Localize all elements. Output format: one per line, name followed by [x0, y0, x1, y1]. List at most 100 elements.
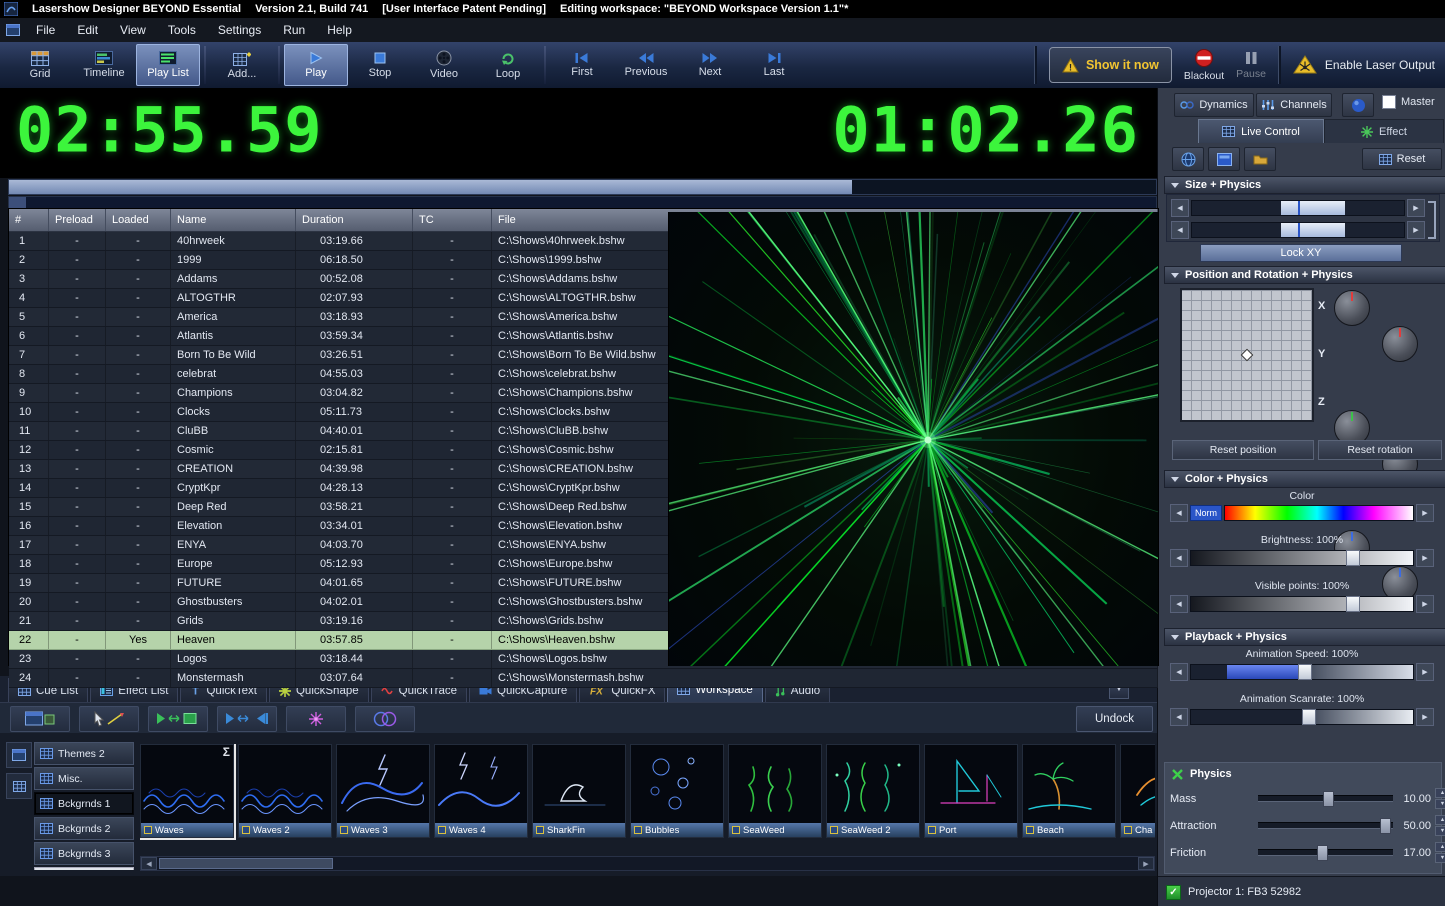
column-header-preload[interactable]: Preload — [49, 209, 106, 231]
reset-rotation-button[interactable]: Reset rotation — [1318, 440, 1442, 460]
spinner-down[interactable]: ▼ — [1435, 826, 1445, 836]
spinner-down[interactable]: ▼ — [1435, 799, 1445, 809]
spinner-up[interactable]: ▲ — [1435, 842, 1445, 852]
sphere-button[interactable] — [1342, 93, 1374, 117]
panel-view-button[interactable] — [1208, 147, 1240, 171]
slider-right-arrow[interactable]: ▶ — [1416, 708, 1434, 726]
category-bckgrnds3[interactable]: Bckgrnds 3 — [34, 842, 134, 865]
cue-thumbnail-port[interactable]: Port — [924, 744, 1018, 838]
slider-left-arrow[interactable]: ◀ — [1170, 708, 1188, 726]
menu-run[interactable]: Run — [273, 20, 315, 40]
slider-track[interactable] — [1190, 664, 1414, 680]
slider-right-arrow[interactable]: ▶ — [1416, 663, 1434, 681]
slider-left-arrow[interactable]: ◀ — [1170, 595, 1188, 613]
slider-track[interactable] — [1190, 550, 1414, 566]
cue-thumbnail-cha[interactable]: Cha — [1120, 744, 1155, 838]
animation-speed-slider[interactable]: ◀ ▶ — [1170, 663, 1434, 681]
category-abstr[interactable]: Abstr — [34, 867, 134, 870]
thumbnail-scrollbar[interactable]: ◀ ▶ — [140, 856, 1155, 871]
projector-status-bar[interactable]: ✓ Projector 1: FB3 52982 — [1158, 876, 1445, 906]
column-header-tc[interactable]: TC — [413, 209, 492, 231]
slider-right-arrow[interactable]: ▶ — [1416, 504, 1434, 522]
slider-right-arrow[interactable]: ▶ — [1416, 595, 1434, 613]
next-button[interactable]: Next — [678, 44, 742, 86]
cue-thumbnail-waves3[interactable]: Waves 3 — [336, 744, 430, 838]
slider-track[interactable] — [1190, 596, 1414, 612]
scroll-right-arrow[interactable]: ▶ — [1138, 857, 1154, 870]
slider-left-arrow[interactable]: ◀ — [1170, 504, 1188, 522]
play-button[interactable]: Play — [284, 44, 348, 86]
scroll-left-arrow[interactable]: ◀ — [141, 857, 157, 870]
physics-slider[interactable] — [1258, 795, 1393, 802]
section-color-physics[interactable]: Color + Physics — [1164, 470, 1445, 488]
column-header-duration[interactable]: Duration — [296, 209, 413, 231]
playlist-row[interactable]: 24--Monstermash03:07.64-C:\Shows\Monster… — [9, 669, 1158, 688]
playback-progress-bar[interactable] — [8, 179, 1157, 195]
blackout-button[interactable]: Blackout — [1184, 48, 1224, 82]
spinner-down[interactable]: ▼ — [1435, 853, 1445, 863]
physics-slider[interactable] — [1258, 849, 1393, 856]
menu-settings[interactable]: Settings — [208, 20, 271, 40]
category-misc[interactable]: Misc. — [34, 767, 134, 790]
first-button[interactable]: First — [550, 44, 614, 86]
transition-morph-button[interactable] — [148, 706, 208, 732]
slider-left-arrow[interactable]: ◀ — [1170, 549, 1188, 567]
loop-button[interactable]: Loop — [476, 44, 540, 86]
timeline-button[interactable]: Timeline — [72, 44, 136, 86]
x-rotation-knob[interactable] — [1382, 326, 1418, 362]
column-header-loaded[interactable]: Loaded — [106, 209, 171, 231]
add-button[interactable]: Add... — [210, 44, 274, 86]
section-playback-physics[interactable]: Playback + Physics — [1164, 628, 1445, 646]
transition-jump-button[interactable] — [217, 706, 277, 732]
reset-button[interactable]: Reset — [1362, 148, 1442, 170]
cue-thumbnail-bubbles[interactable]: Bubbles — [630, 744, 724, 838]
slider-left-arrow[interactable]: ◀ — [1171, 199, 1189, 217]
slider-thumb[interactable] — [1346, 596, 1360, 612]
slider-right-arrow[interactable]: ▶ — [1407, 199, 1425, 217]
category-bckgrnds2[interactable]: Bckgrnds 2 — [34, 817, 134, 840]
spinner-up[interactable]: ▲ — [1435, 788, 1445, 798]
cue-thumbnail-seaweed2[interactable]: SeaWeed 2 — [826, 744, 920, 838]
slider-thumb[interactable] — [1380, 818, 1391, 834]
size-y-slider[interactable]: ◀ ▶ — [1171, 221, 1425, 239]
cue-thumbnail-beach[interactable]: Beach — [1022, 744, 1116, 838]
spinner-up[interactable]: ▲ — [1435, 815, 1445, 825]
category-bckgrnds1[interactable]: Bckgrnds 1 — [34, 792, 134, 815]
menu-help[interactable]: Help — [317, 20, 362, 40]
menu-tools[interactable]: Tools — [158, 20, 206, 40]
column-header-#[interactable]: # — [9, 209, 49, 231]
section-position-rotation[interactable]: Position and Rotation + Physics — [1164, 266, 1445, 284]
previous-button[interactable]: Previous — [614, 44, 678, 86]
last-button[interactable]: Last — [742, 44, 806, 86]
lock-xy-button[interactable]: Lock XY — [1200, 244, 1402, 262]
slider-right-arrow[interactable]: ▶ — [1416, 549, 1434, 567]
undock-button[interactable]: Undock — [1076, 706, 1153, 732]
slider-track[interactable] — [1191, 200, 1405, 216]
scrollbar-thumb[interactable] — [159, 858, 333, 869]
playlist-button[interactable]: Play List — [136, 44, 200, 86]
visible-points-slider[interactable]: ◀ ▶ — [1170, 595, 1434, 613]
burst-effect-button[interactable] — [286, 706, 346, 732]
physics-slider[interactable] — [1258, 822, 1393, 829]
cue-thumbnail-sharkfin[interactable]: SharkFin — [532, 744, 626, 838]
menu-view[interactable]: View — [110, 20, 156, 40]
menu-file[interactable]: File — [26, 20, 65, 40]
enable-laser-output-button[interactable]: Enable Laser Output — [1293, 55, 1435, 75]
folder-button[interactable] — [1244, 147, 1276, 171]
reset-position-button[interactable]: Reset position — [1172, 440, 1314, 460]
physics-header[interactable]: Physics — [1165, 763, 1441, 785]
column-header-name[interactable]: Name — [171, 209, 296, 231]
cue-thumbnail-waves4[interactable]: Waves 4 — [434, 744, 528, 838]
slider-track[interactable] — [1191, 222, 1405, 238]
window-layout-button[interactable] — [10, 706, 70, 732]
animation-scanrate-slider[interactable]: ◀ ▶ — [1170, 708, 1434, 726]
cue-thumbnail-waves2[interactable]: Waves 2 — [238, 744, 332, 838]
page-view-button-2[interactable] — [6, 773, 32, 799]
show-it-now-button[interactable]: ! Show it now — [1049, 47, 1172, 83]
menu-edit[interactable]: Edit — [67, 20, 108, 40]
channels-button[interactable]: Channels — [1256, 93, 1332, 117]
slider-right-arrow[interactable]: ▶ — [1407, 221, 1425, 239]
slider-thumb[interactable] — [1323, 791, 1334, 807]
rings-effect-button[interactable] — [355, 706, 415, 732]
cue-thumbnail-waves[interactable]: WavesΣ — [140, 744, 234, 838]
